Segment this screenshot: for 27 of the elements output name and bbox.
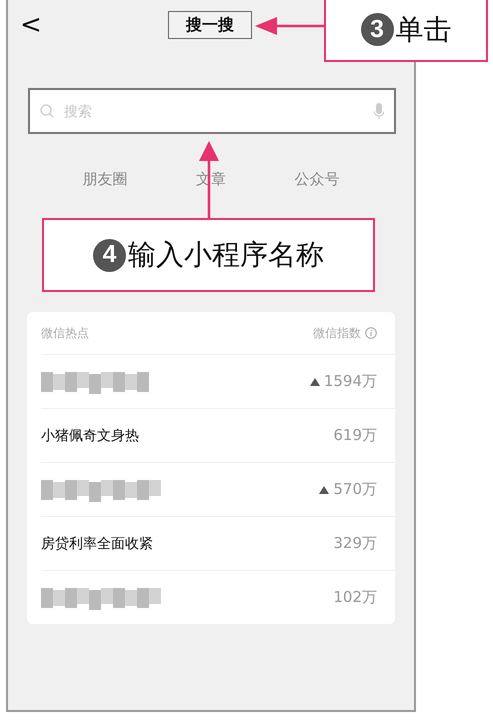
index-value: 1594万 xyxy=(324,372,377,391)
topic-title: 小猪佩奇文身热 xyxy=(41,426,139,444)
index-value: 102万 xyxy=(333,588,377,607)
index-heading: 微信指数 xyxy=(313,324,361,342)
index-value: 570万 xyxy=(333,480,377,499)
list-heading: 微信热点 xyxy=(41,324,89,342)
search-field[interactable]: 搜索 xyxy=(62,102,366,120)
hot-topic-row[interactable]: 102万 xyxy=(41,570,395,624)
info-icon[interactable] xyxy=(365,327,377,339)
hot-topic-row[interactable]: 570万 xyxy=(41,462,395,516)
hot-topic-row[interactable]: 房贷利率全面收紧 329万 xyxy=(41,516,395,570)
search-bar[interactable]: 搜索 xyxy=(28,88,396,134)
page-title: 搜一搜 xyxy=(168,11,252,39)
callout-text: 输入小程序名称 xyxy=(128,237,324,273)
topic-title: 房贷利率全面收紧 xyxy=(41,534,153,552)
index-value: 619万 xyxy=(333,426,377,445)
hot-topic-row[interactable]: 小猪佩奇文身热 619万 xyxy=(41,408,395,462)
microphone-icon[interactable] xyxy=(374,103,384,119)
index-value: 329万 xyxy=(333,534,377,553)
search-icon xyxy=(40,104,54,118)
step-number: 4 xyxy=(93,238,126,272)
category-tab[interactable]: 朋友圈 xyxy=(82,170,128,189)
category-tab[interactable]: 公众号 xyxy=(294,170,340,189)
hot-topic-row[interactable]: 1594万 xyxy=(41,354,395,408)
back-button[interactable]: < xyxy=(20,12,42,38)
step-number: 3 xyxy=(360,13,394,46)
callout-text: 单击 xyxy=(396,12,452,48)
